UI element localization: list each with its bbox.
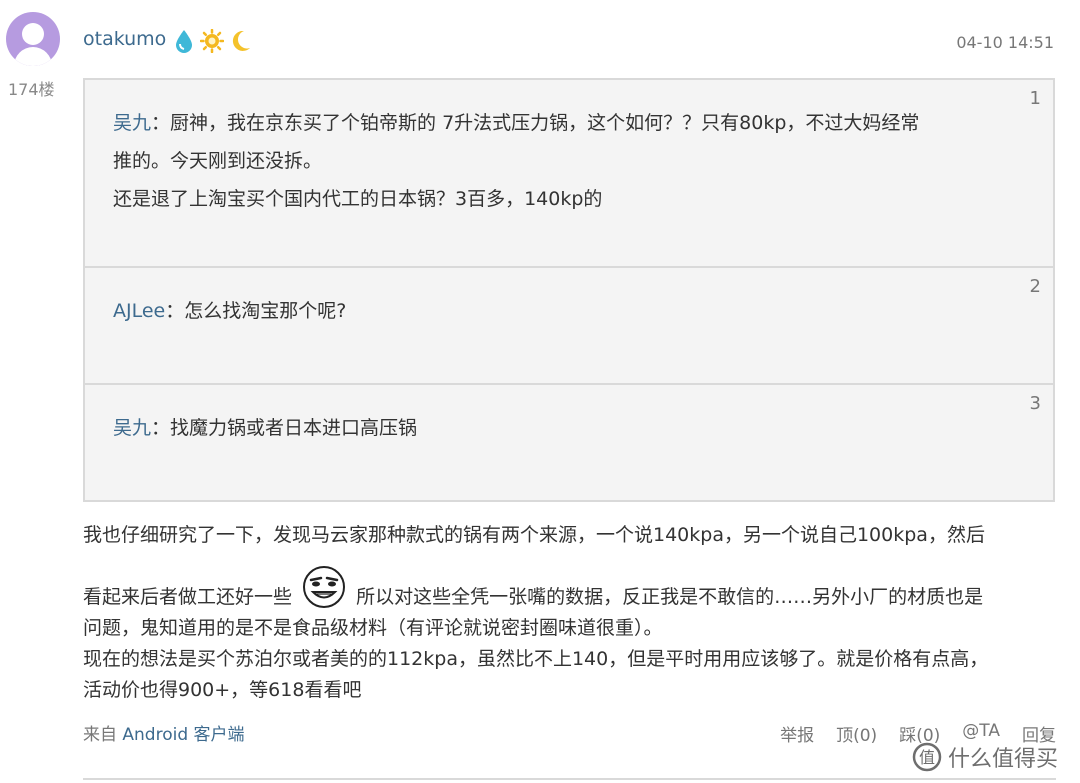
quote-author-link[interactable]: 吴九 (113, 417, 151, 439)
username-link[interactable]: otakumo (83, 28, 166, 50)
quote-block: 1 吴九：厨神，我在京东买了个铂帝斯的 7升法式压力锅，这个如何？？只有80kp… (83, 78, 1055, 268)
svg-text:值: 值 (919, 748, 935, 767)
quote-line: 吴九：厨神，我在京东买了个铂帝斯的 7升法式压力锅，这个如何？？只有80kp，不… (113, 104, 993, 142)
body-line: 活动价也得900+，等618看看吧 (83, 679, 362, 701)
watermark-text: 什么值得买 (947, 747, 1058, 772)
upvote-button[interactable]: 顶(0) (836, 721, 877, 746)
quote-number: 1 (1029, 88, 1041, 109)
quote-separator: ： (165, 300, 185, 322)
post-source: 来自 Android 客户端 (83, 720, 245, 745)
report-button[interactable]: 举报 (780, 721, 814, 746)
body-line: 看起来后者做工还好一些 所以对这些全凭一张嘴的数据，反正我是不敢信的……另外小厂… (83, 565, 1063, 613)
quote-line: 吴九：找魔力锅或者日本进口高压锅 (113, 409, 993, 447)
body-line: 我也仔细研究了一下，发现马云家那种款式的锅有两个来源，一个说140kpa，另一个… (83, 524, 985, 546)
quote-text: 厨神，我在京东买了个铂帝斯的 7升法式压力锅，这个如何？？只有80kp，不过大妈… (170, 112, 920, 134)
floor-number: 174楼 (8, 80, 55, 99)
post-time: 04-10 14:51 (956, 33, 1054, 52)
body-text: 看起来后者做工还好一些 (83, 586, 293, 608)
quote-line: AJLee：怎么找淘宝那个呢? (113, 292, 993, 330)
quote-line: 还是退了上淘宝买个国内代工的日本锅？3百多，140kp的 (113, 188, 603, 210)
quote-number: 3 (1029, 393, 1041, 414)
user-avatar-icon[interactable] (6, 12, 60, 66)
site-watermark: 值 什么值得买 (912, 741, 1058, 773)
quote-separator: ： (151, 417, 171, 439)
grin-emoji-icon (303, 566, 346, 608)
post-body: 我也仔细研究了一下，发现马云家那种款式的锅有两个来源，一个说140kpa，另一个… (83, 520, 1063, 706)
source-label: 来自 (83, 725, 117, 745)
quote-block: 2 AJLee：怎么找淘宝那个呢? (83, 266, 1055, 385)
quote-number: 2 (1029, 276, 1041, 297)
body-line: 问题，鬼知道用的是不是食品级材料（有评论就说密封圈味道很重）。 (83, 617, 663, 639)
quote-block: 3 吴九：找魔力锅或者日本进口高压锅 (83, 383, 1055, 502)
quote-author-link[interactable]: 吴九 (113, 112, 151, 134)
divider (83, 778, 1056, 780)
quote-author-link[interactable]: AJLee (113, 300, 165, 322)
watermark-logo-icon: 值 (912, 742, 942, 772)
quote-stack: 1 吴九：厨神，我在京东买了个铂帝斯的 7升法式压力锅，这个如何？？只有80kp… (83, 78, 1055, 502)
water-drop-icon (176, 30, 192, 53)
quote-text: 怎么找淘宝那个呢? (184, 300, 347, 322)
body-text: 所以对这些全凭一张嘴的数据，反正我是不敢信的……另外小厂的材质也是 (356, 586, 984, 608)
quote-separator: ： (151, 112, 171, 134)
client-link[interactable]: Android 客户端 (122, 725, 244, 745)
user-badges (174, 28, 252, 54)
sun-icon (200, 29, 224, 53)
moon-icon (232, 30, 250, 51)
quote-line: 推的。今天刚到还没拆。 (113, 150, 323, 172)
quote-text: 找魔力锅或者日本进口高压锅 (170, 417, 418, 439)
body-line: 现在的想法是买个苏泊尔或者美的的112kpa，虽然比不上140，但是平时用用应该… (83, 648, 989, 670)
